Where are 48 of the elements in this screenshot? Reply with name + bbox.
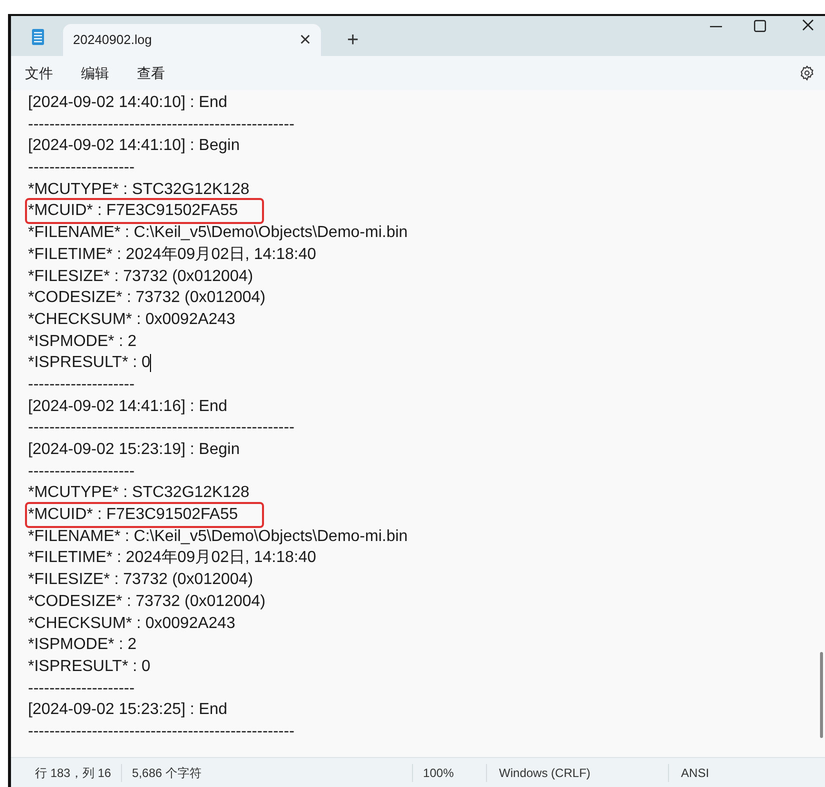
line-ending: Windows (CRLF) <box>486 764 668 782</box>
menu-item[interactable]: 文件 <box>25 62 53 84</box>
log-line: [2024-09-02 14:40:10] : End <box>28 93 228 113</box>
new-tab-button[interactable]: + <box>347 30 359 50</box>
log-line: *MCUTYPE* : STC32G12K128 <box>28 180 250 200</box>
log-line: *ISPRESULT* : 0 <box>28 656 150 677</box>
log-line: *ISPMODE* : 2 <box>28 332 136 352</box>
log-line: *FILENAME* : C:\Keil_v5\Demo\Objects\Demo-mi.bin <box>28 526 408 547</box>
log-line: [2024-09-02 14:41:10] : Begin <box>28 136 240 156</box>
log-line: *MCUID* : F7E3C91502FA55 <box>27 200 262 222</box>
log-line: *CODESIZE* : 73732 (0x012004) <box>28 288 266 308</box>
encoding: ANSI <box>668 764 710 782</box>
tab-title: 20240902.log <box>73 31 152 50</box>
log-line: *CHECKSUM* : 0x0092A243 <box>28 310 236 330</box>
file-tab[interactable]: 20240902.log × <box>63 24 321 56</box>
log-line: *FILENAME* : C:\Keil_v5\Demo\Objects\Demo-mi.bin <box>28 223 408 244</box>
notepad-icon <box>31 28 45 46</box>
close-tab-button[interactable]: × <box>299 30 311 50</box>
log-line: *MCUID* : F7E3C91502FA55 <box>27 504 262 526</box>
log-line: -------------------------------------------------- <box>28 722 294 742</box>
log-line: -------------------- <box>28 678 135 699</box>
log-line: *CHECKSUM* : 0x0092A243 <box>28 614 236 634</box>
minimize-icon[interactable] <box>710 26 722 28</box>
log-line: -------------------------------------------------- <box>28 418 294 438</box>
log-line: [2024-09-02 15:23:25] : End <box>28 700 228 720</box>
cursor-position: 行 183，列 16 <box>11 764 122 782</box>
log-line: [2024-09-02 15:23:19] : Begin <box>28 440 240 460</box>
settings-icon[interactable] <box>799 65 815 81</box>
scrollbar-thumb[interactable] <box>820 652 823 738</box>
close-icon[interactable] <box>802 19 814 31</box>
log-line: -------------------- <box>28 462 135 482</box>
log-line: *FILETIME* : 2024年09月02日, 14:18:40 <box>28 548 316 568</box>
log-line: *CODESIZE* : 73732 (0x012004) <box>28 592 266 612</box>
menu-item[interactable]: 编辑 <box>81 62 109 84</box>
maximize-icon[interactable] <box>754 20 766 32</box>
log-line: -------------------- <box>28 374 135 395</box>
character-count: 5,686 个字符 <box>131 764 202 782</box>
log-line: *FILESIZE* : 73732 (0x012004) <box>28 570 254 590</box>
log-line: *ISPMODE* : 2 <box>28 635 136 656</box>
zoom-level: 100% <box>412 764 486 782</box>
log-line: *ISPRESULT* : 0 <box>28 353 150 374</box>
log-line: *MCUTYPE* : STC32G12K128 <box>28 483 250 504</box>
log-line: [2024-09-02 14:41:16] : End <box>28 396 228 417</box>
log-line: -------------------------------------------------- <box>28 114 294 135</box>
log-line: *FILESIZE* : 73732 (0x012004) <box>28 266 254 286</box>
log-line: -------------------- <box>28 158 135 178</box>
log-line: *FILETIME* : 2024年09月02日, 14:18:40 <box>28 244 316 265</box>
menu-item[interactable]: 查看 <box>137 62 165 84</box>
